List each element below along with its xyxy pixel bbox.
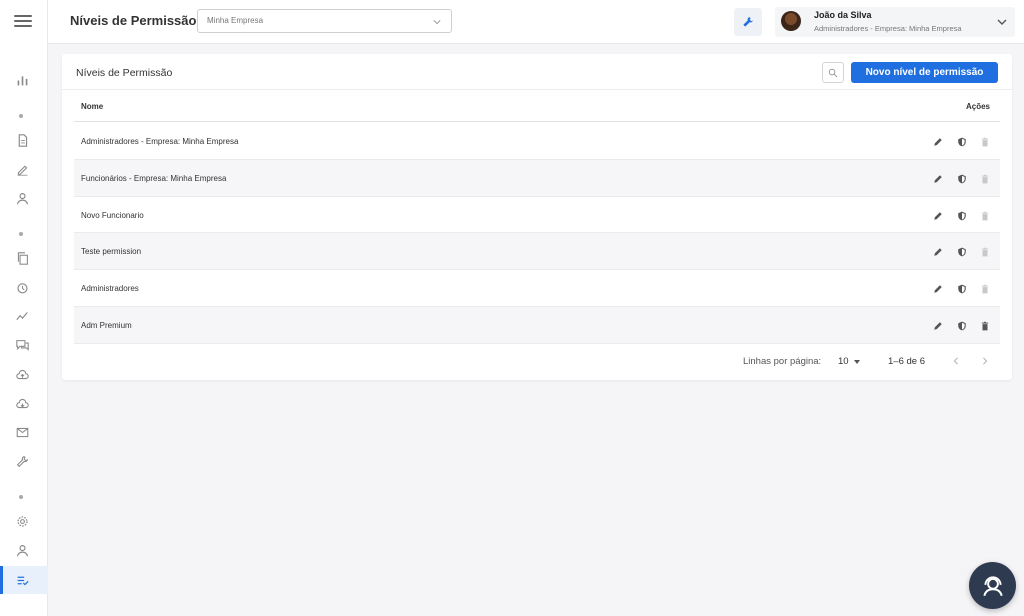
column-header-actions: Ações <box>965 102 990 111</box>
sidebar <box>0 0 48 616</box>
company-select[interactable]: Minha Empresa <box>197 9 452 33</box>
avatar <box>781 11 801 31</box>
next-page-button[interactable] <box>978 354 992 368</box>
trending-icon[interactable] <box>12 306 32 326</box>
pagination-range: 1–6 de 6 <box>888 356 925 367</box>
support-agent-icon <box>982 575 1003 596</box>
rows-per-page-select[interactable]: 10 <box>836 354 864 368</box>
edit-icon[interactable] <box>932 173 944 185</box>
row-name: Adm Premium <box>81 320 132 330</box>
mail-icon[interactable] <box>12 422 32 442</box>
chevron-left-icon <box>953 357 958 365</box>
table-row: Teste permission <box>74 233 1000 271</box>
table-row: Novo Funcionario <box>74 197 1000 234</box>
user-menu[interactable]: João da Silva Administradores - Empresa:… <box>775 7 1015 37</box>
alarm-icon[interactable] <box>12 277 32 297</box>
bar-chart-icon[interactable] <box>12 70 32 90</box>
row-name: Administradores - Empresa: Minha Empresa <box>81 137 239 146</box>
trash-icon[interactable] <box>979 320 991 332</box>
table-row: Administradores <box>74 270 1000 307</box>
table-row: Adm Premium <box>74 306 1000 344</box>
edit-icon[interactable] <box>12 159 32 179</box>
shield-icon[interactable] <box>956 173 968 185</box>
chevron-down-icon <box>433 20 441 25</box>
gear-icon[interactable] <box>12 511 32 531</box>
document-icon[interactable] <box>12 130 32 150</box>
trash-icon <box>979 173 991 185</box>
rows-per-page-value: 10 <box>838 356 849 367</box>
section-dot <box>19 114 23 118</box>
copy-icon[interactable] <box>12 248 32 268</box>
edit-icon[interactable] <box>932 320 944 332</box>
search-icon <box>828 68 838 77</box>
previous-page-button[interactable] <box>949 354 963 368</box>
company-select-value: Minha Empresa <box>207 16 264 25</box>
table-header: Nome Ações <box>74 90 1000 122</box>
shield-icon[interactable] <box>956 320 968 332</box>
shield-icon[interactable] <box>956 210 968 222</box>
new-permission-level-button[interactable]: Novo nível de permissão <box>851 62 998 83</box>
chat-icon[interactable] <box>12 335 32 355</box>
page-title: Níveis de Permissão <box>70 13 197 28</box>
row-name: Teste permission <box>81 247 142 257</box>
cloud-download-icon[interactable] <box>12 393 32 413</box>
sidebar-item-active[interactable] <box>0 566 48 594</box>
edit-icon[interactable] <box>932 246 944 258</box>
shield-icon[interactable] <box>956 246 968 258</box>
column-header-name[interactable]: Nome <box>81 102 103 111</box>
person-icon[interactable] <box>12 188 32 208</box>
table-body: Administradores - Empresa: Minha Empresa… <box>74 123 1000 344</box>
shield-icon[interactable] <box>956 283 968 295</box>
permission-list-icon <box>12 570 32 590</box>
search-button[interactable] <box>822 62 844 83</box>
chevron-down-icon <box>997 19 1007 25</box>
row-name: Administradores <box>81 284 139 294</box>
wrench-icon <box>743 17 753 27</box>
trash-icon <box>979 283 991 295</box>
user-name: João da Silva <box>814 10 872 20</box>
user-role: Administradores - Empresa: Minha Empresa <box>814 24 962 33</box>
rows-per-page-label: Linhas por página: <box>743 356 822 367</box>
row-name: Funcionários - Empresa: Minha Empresa <box>81 173 227 183</box>
support-chat-button[interactable] <box>969 562 1016 609</box>
trash-icon <box>979 210 991 222</box>
section-dot <box>19 232 23 236</box>
chevron-right-icon <box>983 357 988 365</box>
permission-levels-card: Níveis de Permissão Novo nível de permis… <box>62 54 1012 380</box>
table-row: Funcionários - Empresa: Minha Empresa <box>74 159 1000 197</box>
cloud-upload-icon[interactable] <box>12 364 32 384</box>
edit-icon[interactable] <box>932 283 944 295</box>
tools-button[interactable] <box>734 8 762 36</box>
trash-icon <box>979 136 991 148</box>
edit-icon[interactable] <box>932 210 944 222</box>
wrench-icon[interactable] <box>12 451 32 471</box>
edit-icon[interactable] <box>932 136 944 148</box>
user-icon[interactable] <box>12 540 32 560</box>
section-dot <box>19 495 23 499</box>
caret-down-icon <box>854 360 860 364</box>
trash-icon <box>979 246 991 258</box>
menu-icon[interactable] <box>14 13 32 29</box>
row-name: Novo Funcionario <box>81 210 144 220</box>
card-title: Níveis de Permissão <box>76 67 173 79</box>
shield-icon[interactable] <box>956 136 968 148</box>
table-row: Administradores - Empresa: Minha Empresa <box>74 123 1000 160</box>
topbar: Níveis de Permissão Minha Empresa João d… <box>48 0 1024 44</box>
